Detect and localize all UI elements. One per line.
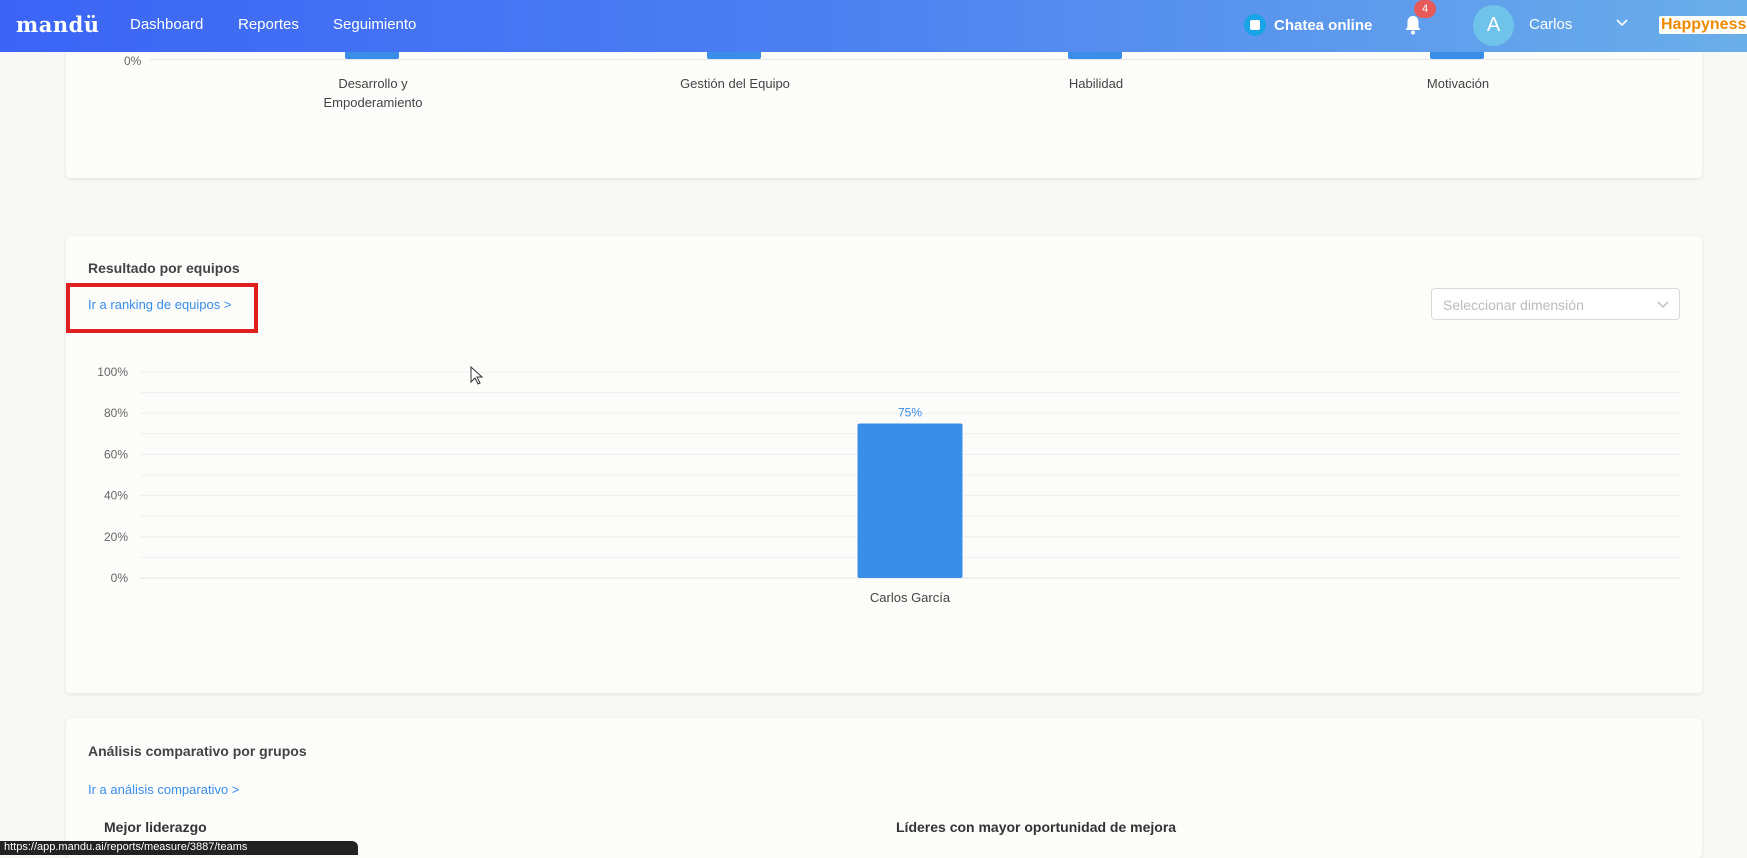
comparative-section-title: Análisis comparativo por grupos <box>88 743 307 759</box>
best-leadership-heading: Mejor liderazgo <box>104 819 207 835</box>
mandu-logo[interactable]: mandü <box>16 12 100 37</box>
chevron-down-icon <box>1657 301 1669 308</box>
nav-reportes-link[interactable]: Reportes <box>238 16 299 33</box>
dimension-select-placeholder: Seleccionar dimensión <box>1443 297 1584 313</box>
chat-label: Chatea online <box>1274 16 1373 34</box>
top-chart-zero-tick: 0% <box>124 54 142 68</box>
nav-seguimiento-link[interactable]: Seguimiento <box>333 16 416 33</box>
top-navbar: mandü Dashboard Reportes Seguimiento Cha… <box>0 0 1747 52</box>
chat-icon <box>1244 14 1266 36</box>
top-chart-category-label: Gestión del Equipo <box>680 76 790 91</box>
highlight-box <box>66 283 258 333</box>
chat-online-button[interactable]: Chatea online <box>1244 14 1372 36</box>
mouse-cursor-icon <box>470 366 484 385</box>
teams-section-title: Resultado por equipos <box>88 260 240 276</box>
bell-icon[interactable] <box>1404 15 1422 35</box>
improvement-leaders-heading: Líderes con mayor oportunidad de mejora <box>896 819 1177 835</box>
notification-badge: 4 <box>1414 0 1436 18</box>
happyness-logo[interactable]: Happyness <box>1659 16 1747 34</box>
comparative-analysis-card <box>66 718 1702 858</box>
top-chart-category-label: Habilidad <box>1068 76 1124 91</box>
comparative-link[interactable]: Ir a análisis comparativo > <box>88 782 239 797</box>
status-bar-url: https://app.mandu.ai/reports/measure/388… <box>0 841 358 855</box>
dimension-select[interactable]: Seleccionar dimensión <box>1431 288 1680 320</box>
top-chart-category-label: Motivación <box>1426 76 1490 91</box>
nav-dashboard-link[interactable]: Dashboard <box>130 16 203 33</box>
chevron-down-icon[interactable] <box>1615 16 1629 30</box>
top-chart-axis <box>150 59 1680 60</box>
avatar[interactable]: A <box>1473 5 1514 46</box>
top-chart-category-label: Desarrollo y Empoderamiento <box>323 76 423 110</box>
user-name[interactable]: Carlos <box>1529 16 1572 33</box>
